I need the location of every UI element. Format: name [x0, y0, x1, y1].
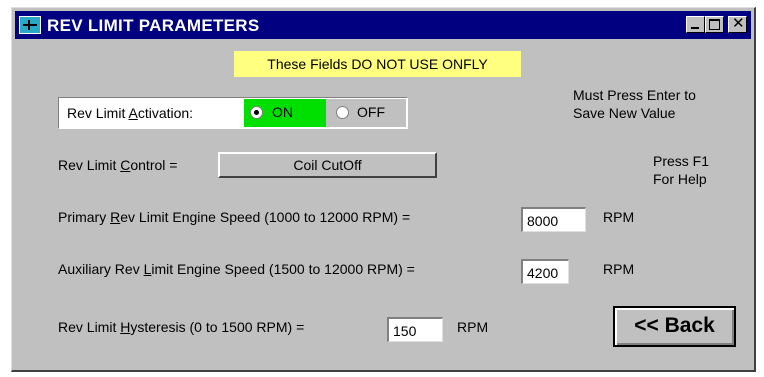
- window-title: REV LIMIT PARAMETERS: [47, 16, 260, 35]
- minimize-button[interactable]: [686, 16, 705, 33]
- hysteresis-input[interactable]: 150: [387, 317, 443, 342]
- radio-off-button[interactable]: [336, 106, 349, 119]
- primary-speed-label: Primary Rev Limit Engine Speed (1000 to …: [58, 209, 411, 225]
- rev-limit-control-button[interactable]: Coil CutOff: [218, 152, 437, 178]
- maximize-button[interactable]: [705, 16, 724, 33]
- radio-on-label: ON: [272, 104, 293, 120]
- enter-note: Must Press Enter to Save New Value: [573, 87, 696, 121]
- auxiliary-unit: RPM: [603, 261, 635, 277]
- title-bar[interactable]: REV LIMIT PARAMETERS ✕: [15, 11, 751, 39]
- rev-limit-window: REV LIMIT PARAMETERS ✕ These Fields DO N…: [11, 7, 756, 372]
- auxiliary-speed-label: Auxiliary Rev Limit Engine Speed (1500 t…: [58, 261, 415, 277]
- control-label: Rev Limit Control =: [58, 157, 178, 173]
- activation-radio-group: ON OFF: [244, 99, 406, 127]
- radio-off-label: OFF: [357, 104, 385, 120]
- primary-unit: RPM: [603, 209, 635, 225]
- hysteresis-label: Rev Limit Hysteresis (0 to 1500 RPM) =: [58, 319, 305, 335]
- hysteresis-unit: RPM: [457, 319, 489, 335]
- onfly-warning: These Fields DO NOT USE ONFLY: [234, 51, 521, 77]
- radio-on-option[interactable]: ON: [244, 99, 326, 127]
- help-note: Press F1 For Help: [653, 153, 710, 187]
- radio-on-button[interactable]: [250, 106, 263, 119]
- app-icon: [19, 16, 41, 34]
- activation-group: Rev Limit Activation: ON OFF: [58, 97, 408, 129]
- back-button[interactable]: << Back: [613, 306, 736, 347]
- activation-label: Rev Limit Activation:: [67, 105, 194, 121]
- close-icon: ✕: [732, 15, 745, 32]
- auxiliary-speed-input[interactable]: 4200: [521, 259, 569, 284]
- close-button[interactable]: ✕: [728, 15, 747, 33]
- primary-speed-input[interactable]: 8000: [521, 207, 586, 232]
